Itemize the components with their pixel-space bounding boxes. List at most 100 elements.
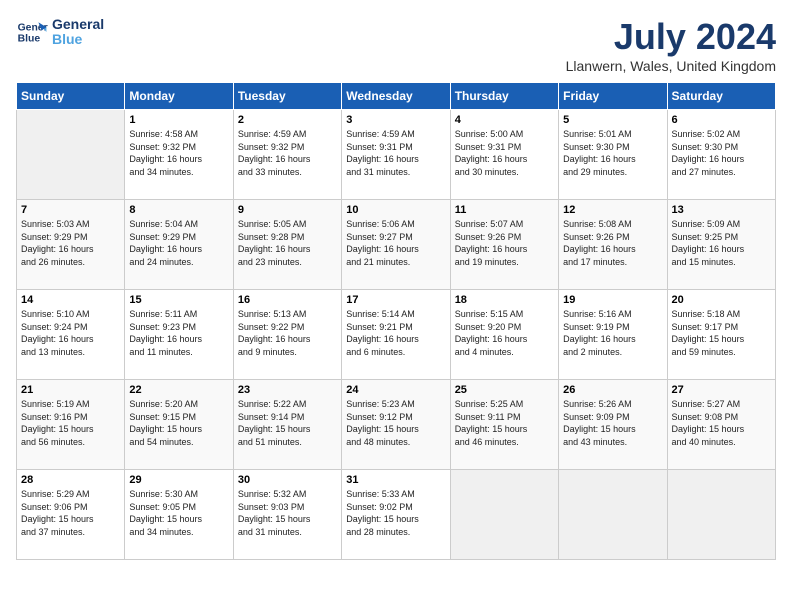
day-number: 16 <box>238 294 337 306</box>
weekday-header-tuesday: Tuesday <box>233 83 341 110</box>
calendar-cell: 29Sunrise: 5:30 AM Sunset: 9:05 PM Dayli… <box>125 470 233 560</box>
calendar-cell: 2 Sunrise: 4:59 AM Sunset: 9:32 PM Daylig… <box>233 110 341 200</box>
page-header: General Blue General Blue July 2024 Llan… <box>16 16 776 74</box>
calendar-cell: 23Sunrise: 5:22 AM Sunset: 9:14 PM Dayli… <box>233 380 341 470</box>
day-info: Sunrise: 5:09 AM Sunset: 9:25 PM Dayligh… <box>672 218 771 268</box>
day-number: 25 <box>455 384 554 396</box>
day-number: 13 <box>672 204 771 216</box>
day-number: 17 <box>346 294 445 306</box>
day-info: Sunrise: 5:05 AM Sunset: 9:28 PM Dayligh… <box>238 218 337 268</box>
calendar-cell: 16 Sunrise: 5:13 AM Sunset: 9:22 PM Dayli… <box>233 290 341 380</box>
day-info: Sunrise: 5:16 AM Sunset: 9:19 PM Dayligh… <box>563 308 662 358</box>
day-number: 23 <box>238 384 337 396</box>
day-number: 11 <box>455 204 554 216</box>
day-info: Sunrise: 5:23 AM Sunset: 9:12 PM Dayligh… <box>346 398 445 448</box>
calendar-cell: 12Sunrise: 5:08 AM Sunset: 9:26 PM Dayli… <box>559 200 667 290</box>
calendar-cell: 14 Sunrise: 5:10 AM Sunset: 9:24 PM Dayli… <box>17 290 125 380</box>
day-number: 30 <box>238 474 337 486</box>
weekday-header-friday: Friday <box>559 83 667 110</box>
logo-line1: General <box>52 17 104 32</box>
day-info: Sunrise: 5:32 AM Sunset: 9:03 PM Dayligh… <box>238 488 337 538</box>
day-info: Sunrise: 5:01 AM Sunset: 9:30 PM Dayligh… <box>563 128 662 178</box>
weekday-header-sunday: Sunday <box>17 83 125 110</box>
calendar-cell: 20 Sunrise: 5:18 AM Sunset: 9:17 PM Dayli… <box>667 290 775 380</box>
day-number: 31 <box>346 474 445 486</box>
day-info: Sunrise: 5:11 AM Sunset: 9:23 PM Dayligh… <box>129 308 228 358</box>
calendar-cell: 10 Sunrise: 5:06 AM Sunset: 9:27 PM Dayli… <box>342 200 450 290</box>
logo: General Blue General Blue <box>16 16 104 48</box>
location: Llanwern, Wales, United Kingdom <box>566 58 776 74</box>
calendar-cell: 17 Sunrise: 5:14 AM Sunset: 9:21 PM Dayli… <box>342 290 450 380</box>
day-number: 26 <box>563 384 662 396</box>
day-number: 8 <box>129 204 228 216</box>
day-number: 19 <box>563 294 662 306</box>
day-number: 24 <box>346 384 445 396</box>
calendar-cell: 3 Sunrise: 4:59 AM Sunset: 9:31 PM Daylig… <box>342 110 450 200</box>
weekday-header-saturday: Saturday <box>667 83 775 110</box>
calendar-cell <box>667 470 775 560</box>
day-info: Sunrise: 5:18 AM Sunset: 9:17 PM Dayligh… <box>672 308 771 358</box>
day-info: Sunrise: 5:04 AM Sunset: 9:29 PM Dayligh… <box>129 218 228 268</box>
day-info: Sunrise: 5:29 AM Sunset: 9:06 PM Dayligh… <box>21 488 120 538</box>
calendar-cell: 6 Sunrise: 5:02 AM Sunset: 9:30 PM Daylig… <box>667 110 775 200</box>
calendar-week-1: 1Sunrise: 4:58 AM Sunset: 9:32 PM Daylig… <box>17 110 776 200</box>
logo-icon: General Blue <box>16 16 48 48</box>
day-info: Sunrise: 5:10 AM Sunset: 9:24 PM Dayligh… <box>21 308 120 358</box>
day-info: Sunrise: 5:00 AM Sunset: 9:31 PM Dayligh… <box>455 128 554 178</box>
svg-text:Blue: Blue <box>18 34 41 45</box>
calendar-cell <box>450 470 558 560</box>
day-info: Sunrise: 5:26 AM Sunset: 9:09 PM Dayligh… <box>563 398 662 448</box>
weekday-header-row: SundayMondayTuesdayWednesdayThursdayFrid… <box>17 83 776 110</box>
day-info: Sunrise: 5:13 AM Sunset: 9:22 PM Dayligh… <box>238 308 337 358</box>
day-number: 4 <box>455 114 554 126</box>
calendar-cell: 22Sunrise: 5:20 AM Sunset: 9:15 PM Dayli… <box>125 380 233 470</box>
day-number: 20 <box>672 294 771 306</box>
day-info: Sunrise: 5:07 AM Sunset: 9:26 PM Dayligh… <box>455 218 554 268</box>
day-number: 14 <box>21 294 120 306</box>
calendar-cell: 11 Sunrise: 5:07 AM Sunset: 9:26 PM Dayli… <box>450 200 558 290</box>
calendar-table: SundayMondayTuesdayWednesdayThursdayFrid… <box>16 82 776 560</box>
day-number: 9 <box>238 204 337 216</box>
title-block: July 2024 Llanwern, Wales, United Kingdo… <box>566 16 776 74</box>
calendar-cell: 27 Sunrise: 5:27 AM Sunset: 9:08 PM Dayli… <box>667 380 775 470</box>
day-number: 27 <box>672 384 771 396</box>
calendar-week-3: 14 Sunrise: 5:10 AM Sunset: 9:24 PM Dayli… <box>17 290 776 380</box>
calendar-week-5: 28Sunrise: 5:29 AM Sunset: 9:06 PM Dayli… <box>17 470 776 560</box>
day-info: Sunrise: 5:19 AM Sunset: 9:16 PM Dayligh… <box>21 398 120 448</box>
weekday-header-thursday: Thursday <box>450 83 558 110</box>
calendar-cell: 31 Sunrise: 5:33 AM Sunset: 9:02 PM Dayli… <box>342 470 450 560</box>
day-number: 12 <box>563 204 662 216</box>
day-info: Sunrise: 5:03 AM Sunset: 9:29 PM Dayligh… <box>21 218 120 268</box>
day-number: 6 <box>672 114 771 126</box>
calendar-cell: 8 Sunrise: 5:04 AM Sunset: 9:29 PM Daylig… <box>125 200 233 290</box>
day-info: Sunrise: 5:14 AM Sunset: 9:21 PM Dayligh… <box>346 308 445 358</box>
day-info: Sunrise: 4:59 AM Sunset: 9:32 PM Dayligh… <box>238 128 337 178</box>
weekday-header-wednesday: Wednesday <box>342 83 450 110</box>
day-info: Sunrise: 5:02 AM Sunset: 9:30 PM Dayligh… <box>672 128 771 178</box>
day-number: 5 <box>563 114 662 126</box>
month-title: July 2024 <box>566 16 776 58</box>
weekday-header-monday: Monday <box>125 83 233 110</box>
day-number: 7 <box>21 204 120 216</box>
day-info: Sunrise: 5:20 AM Sunset: 9:15 PM Dayligh… <box>129 398 228 448</box>
calendar-cell: 26 Sunrise: 5:26 AM Sunset: 9:09 PM Dayli… <box>559 380 667 470</box>
calendar-cell: 9 Sunrise: 5:05 AM Sunset: 9:28 PM Daylig… <box>233 200 341 290</box>
calendar-cell: 13 Sunrise: 5:09 AM Sunset: 9:25 PM Dayli… <box>667 200 775 290</box>
logo-line2: Blue <box>52 32 104 47</box>
day-number: 29 <box>129 474 228 486</box>
day-info: Sunrise: 5:27 AM Sunset: 9:08 PM Dayligh… <box>672 398 771 448</box>
calendar-cell: 1Sunrise: 4:58 AM Sunset: 9:32 PM Daylig… <box>125 110 233 200</box>
calendar-cell: 5 Sunrise: 5:01 AM Sunset: 9:30 PM Daylig… <box>559 110 667 200</box>
day-info: Sunrise: 5:06 AM Sunset: 9:27 PM Dayligh… <box>346 218 445 268</box>
calendar-cell <box>559 470 667 560</box>
day-number: 2 <box>238 114 337 126</box>
day-number: 10 <box>346 204 445 216</box>
day-info: Sunrise: 4:59 AM Sunset: 9:31 PM Dayligh… <box>346 128 445 178</box>
day-number: 18 <box>455 294 554 306</box>
day-number: 3 <box>346 114 445 126</box>
day-info: Sunrise: 5:25 AM Sunset: 9:11 PM Dayligh… <box>455 398 554 448</box>
day-info: Sunrise: 5:33 AM Sunset: 9:02 PM Dayligh… <box>346 488 445 538</box>
calendar-cell: 7 Sunrise: 5:03 AM Sunset: 9:29 PM Daylig… <box>17 200 125 290</box>
calendar-cell: 30 Sunrise: 5:32 AM Sunset: 9:03 PM Dayli… <box>233 470 341 560</box>
calendar-cell: 19 Sunrise: 5:16 AM Sunset: 9:19 PM Dayli… <box>559 290 667 380</box>
